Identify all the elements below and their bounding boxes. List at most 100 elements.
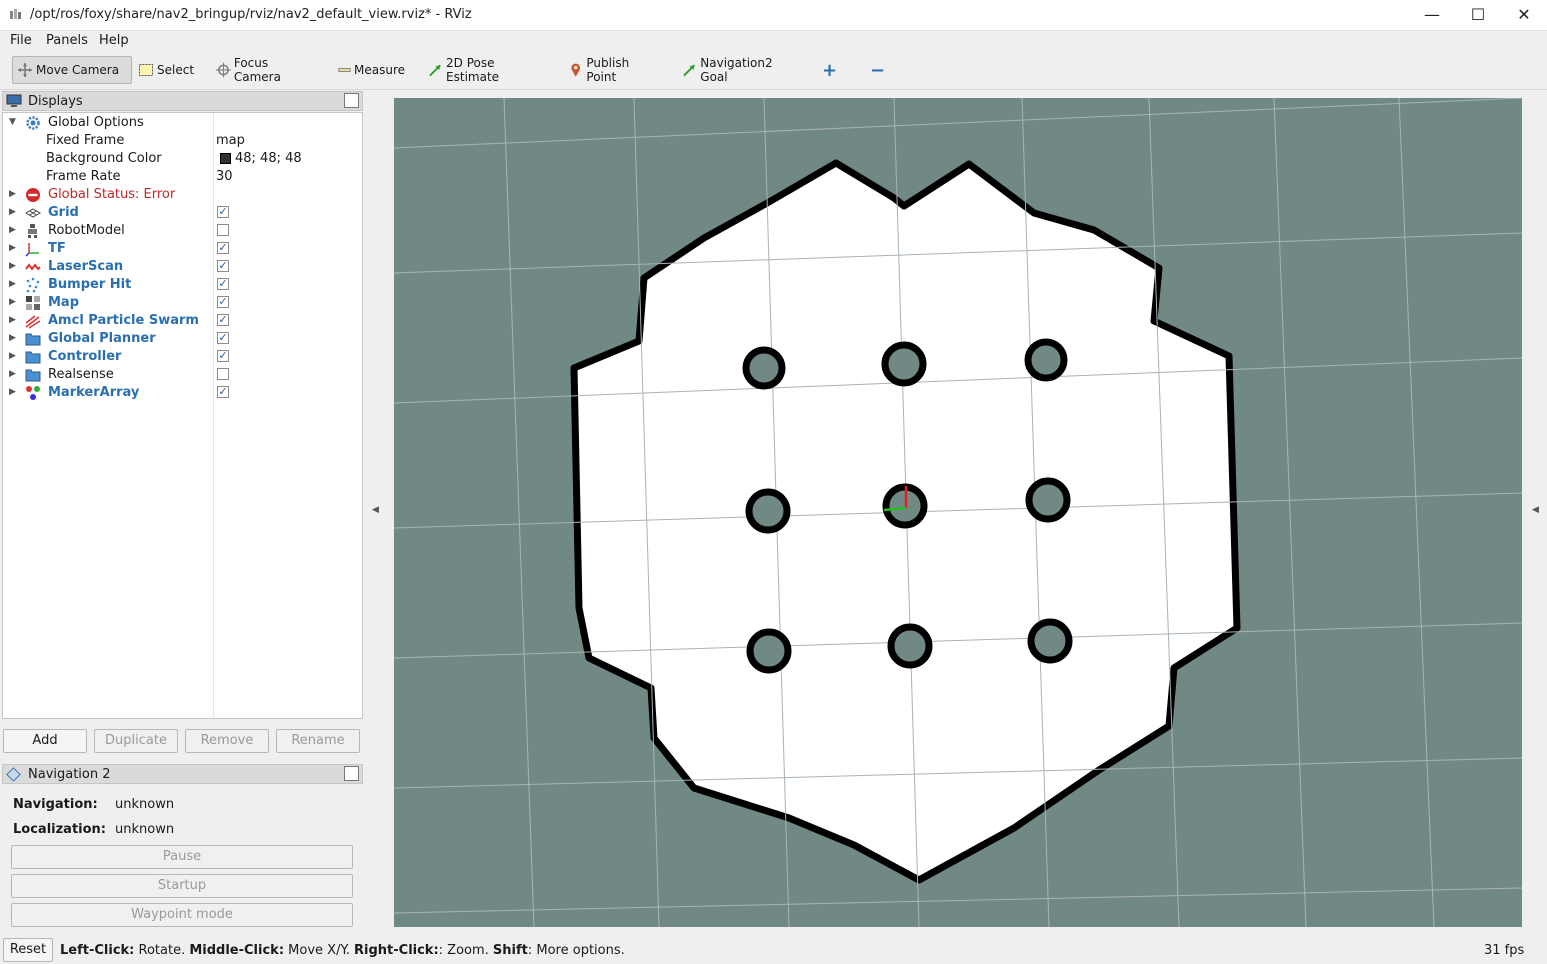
expand-arrow-icon[interactable]: ▶ [9,315,16,325]
publish-point-label: Publish Point [586,56,630,84]
focus-camera-icon [216,62,231,78]
tree-row-global-status[interactable]: ▶ Global Status: Error [3,186,362,204]
maximize-button[interactable]: ☐ [1455,0,1501,30]
display-label-controller: Controller [48,349,122,364]
checkbox-amcl-particle-swarm[interactable]: ✓ [217,314,229,326]
checkbox-laserscan[interactable]: ✓ [217,260,229,272]
3d-viewport[interactable] [394,98,1522,927]
tree-row-grid[interactable]: ▶ Grid ✓ [3,204,362,222]
publish-point-tool[interactable]: Publish Point [564,56,664,84]
display-label-markerarray: MarkerArray [48,385,140,400]
hint-middle-key: Middle-Click: [189,943,285,958]
move-camera-label: Move Camera [36,63,120,77]
reset-view-button[interactable]: Reset [3,938,53,962]
checkbox-controller[interactable]: ✓ [217,350,229,362]
close-button[interactable]: ✕ [1501,0,1547,30]
nav-diamond-icon [6,767,21,782]
checkbox-global-planner[interactable]: ✓ [217,332,229,344]
add-tool-button[interactable]: + [818,56,840,84]
pose-array-icon [25,315,41,329]
background-color-label: Background Color [46,151,162,166]
expand-arrow-icon[interactable]: ▶ [9,189,16,199]
map-pin-icon [571,63,581,77]
frame-rate-value[interactable]: 30 [216,169,233,184]
focus-camera-tool[interactable]: Focus Camera [212,56,317,84]
displays-float-button[interactable] [344,93,359,108]
tree-row-robotmodel[interactable]: ▶ RobotModel [3,222,362,240]
expand-arrow-icon[interactable]: ▶ [9,297,16,307]
move-camera-tool[interactable]: Move Camera [12,56,132,84]
checkbox-robotmodel[interactable] [217,224,229,236]
pause-button[interactable]: Pause [11,845,353,869]
expand-arrow-icon[interactable]: ▶ [9,243,16,253]
folder-icon [25,333,41,346]
tree-row-bumper-hit[interactable]: ▶ Bumper Hit ✓ [3,276,362,294]
move-camera-icon [18,63,32,77]
tree-row-fixed-frame[interactable]: Fixed Frame map [3,132,362,150]
marker-array-icon [26,386,40,400]
tree-row-map[interactable]: ▶ Map ✓ [3,294,362,312]
toolbar: Move Camera Select Focus Camera Measure … [0,52,1547,90]
expand-arrow-icon[interactable]: ▼ [9,117,16,127]
checkbox-map[interactable]: ✓ [217,296,229,308]
navigation-panel-title: Navigation 2 [28,767,111,782]
duplicate-display-button[interactable]: Duplicate [94,729,178,753]
hint-right-key: Right-Click: [354,943,439,958]
display-label-robotmodel: RobotModel [48,223,125,238]
checkbox-bumper-hit[interactable]: ✓ [217,278,229,290]
hint-right-text: : Zoom. [438,943,493,958]
checkbox-markerarray[interactable]: ✓ [217,386,229,398]
remove-display-button[interactable]: Remove [185,729,269,753]
expand-arrow-icon[interactable]: ▶ [9,333,16,343]
window-title: /opt/ros/foxy/share/nav2_bringup/rviz/na… [30,7,472,22]
folder-icon [25,351,41,364]
display-label-laserscan: LaserScan [48,259,124,274]
tree-row-realsense[interactable]: ▶ Realsense [3,366,362,384]
color-swatch[interactable] [220,153,231,164]
expand-arrow-icon[interactable]: ▶ [9,207,16,217]
rename-display-button[interactable]: Rename [276,729,360,753]
expand-arrow-icon[interactable]: ▶ [9,387,16,397]
menu-panels[interactable]: Panels [46,33,88,48]
hint-left-key: Left-Click: [60,943,135,958]
menu-help[interactable]: Help [99,33,129,48]
checkbox-tf[interactable]: ✓ [217,242,229,254]
tree-row-amcl-particle-swarm[interactable]: ▶ Amcl Particle Swarm ✓ [3,312,362,330]
tree-row-laserscan[interactable]: ▶ LaserScan ✓ [3,258,362,276]
fixed-frame-value[interactable]: map [216,133,245,148]
tree-row-frame-rate[interactable]: Frame Rate 30 [3,168,362,186]
laserscan-icon [25,263,41,271]
remove-tool-button[interactable]: − [866,56,892,84]
add-display-button[interactable]: Add [3,729,87,753]
expand-arrow-icon[interactable]: ▶ [9,261,16,271]
background-color-value[interactable]: 48; 48; 48 [235,151,302,166]
measure-tool[interactable]: Measure [334,56,409,84]
startup-button[interactable]: Startup [11,874,353,898]
tree-row-global-planner[interactable]: ▶ Global Planner ✓ [3,330,362,348]
collapse-right-panel-arrow-icon[interactable]: ◀ [1532,505,1539,515]
expand-arrow-icon[interactable]: ▶ [9,351,16,361]
display-label-map: Map [48,295,80,310]
tree-row-markerarray[interactable]: ▶ MarkerArray ✓ [3,384,362,402]
pose-arrow-icon [429,64,441,77]
tree-row-tf[interactable]: ▶ TF ✓ [3,240,362,258]
expand-arrow-icon[interactable]: ▶ [9,279,16,289]
expand-arrow-icon[interactable]: ▶ [9,369,16,379]
tree-row-background-color[interactable]: Background Color 48; 48; 48 [3,150,362,168]
checkbox-realsense[interactable] [217,368,229,380]
fps-counter: 31 fps [1484,943,1525,958]
tree-row-controller[interactable]: ▶ Controller ✓ [3,348,362,366]
minimize-button[interactable]: — [1409,0,1455,30]
select-tool[interactable]: Select [134,56,214,84]
navigation-float-button[interactable] [344,766,359,781]
rviz-app-icon [10,9,21,19]
menu-file[interactable]: File [10,33,32,48]
tree-row-global-options[interactable]: ▼ Global Options [3,114,362,132]
checkbox-grid[interactable]: ✓ [217,206,229,218]
expand-arrow-icon[interactable]: ▶ [9,225,16,235]
2d-pose-estimate-tool[interactable]: 2D Pose Estimate [424,56,549,84]
navigation2-goal-tool[interactable]: Navigation2 Goal [678,56,803,84]
waypoint-mode-button[interactable]: Waypoint mode [11,903,353,927]
collapse-left-panel-arrow-icon[interactable]: ◀ [372,505,379,515]
navigation-status-label: Navigation: [13,797,98,812]
